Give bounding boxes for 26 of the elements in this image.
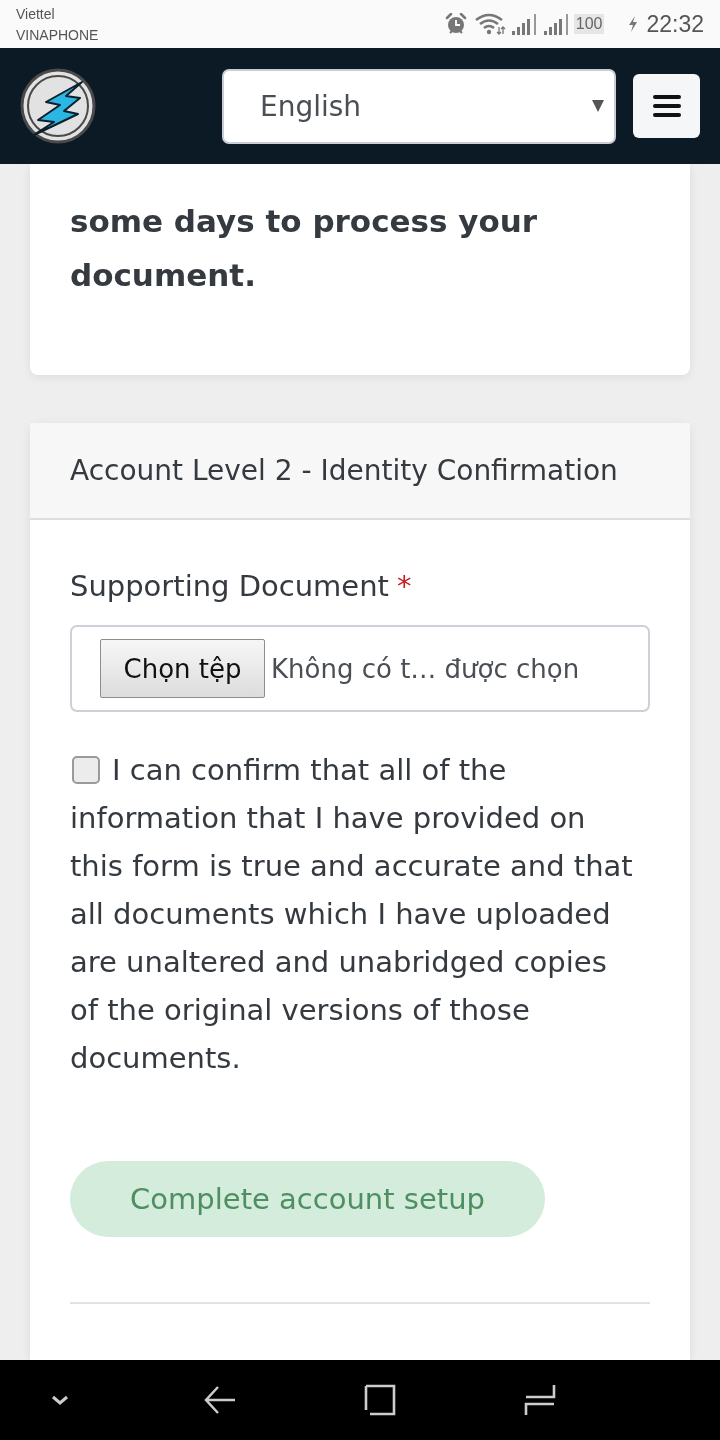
checkbox[interactable]: [72, 756, 100, 784]
caret-icon: [592, 100, 604, 112]
field-label: Supporting Document: [70, 568, 389, 605]
chevron-down-icon[interactable]: [50, 1394, 70, 1406]
file-status-text: Không có t… được chọn: [271, 653, 580, 684]
menu-icon: [652, 95, 681, 117]
clock-time: 22:32: [646, 10, 704, 38]
switch-apps-icon[interactable]: [524, 1384, 556, 1416]
file-input-field[interactable]: Chọn tệp Không có t… được chọn: [70, 625, 650, 712]
back-icon[interactable]: [204, 1384, 236, 1416]
confirm-checkbox-label[interactable]: I can confirm that all of the information that I have provided on this form is true and accurate and that all documents which I have uploaded are unaltered and unabridged copies of the original versions of those documents.: [70, 746, 640, 1082]
battery-level: 100: [573, 14, 605, 34]
wifi-icon: [473, 13, 506, 35]
lightning-logo-icon[interactable]: [20, 68, 96, 144]
signal-icon: [541, 13, 570, 35]
menu-button[interactable]: [633, 74, 700, 138]
notice-text: some days to process your document.: [70, 202, 539, 295]
required-mark: *: [396, 568, 412, 605]
overview-icon[interactable]: [364, 1384, 396, 1416]
card-title: Account Level 2 - Identity Confirmation: [70, 454, 618, 487]
carrier-name: VINAPHONE: [16, 25, 99, 44]
signal-icon: [509, 13, 538, 35]
language-select[interactable]: English: [222, 68, 616, 144]
choose-file-button[interactable]: Chọn tệp: [100, 639, 265, 698]
carrier-name: Viettel: [16, 4, 56, 23]
alarm-clock-icon: [444, 13, 467, 35]
